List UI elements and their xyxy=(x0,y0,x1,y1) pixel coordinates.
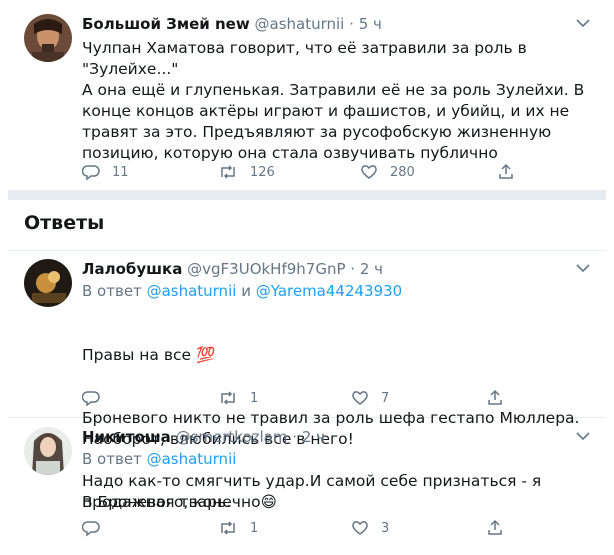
mention-link[interactable]: @Yarema44243930 xyxy=(256,282,403,300)
avatar[interactable] xyxy=(24,427,72,475)
retweet-button[interactable]: 1 xyxy=(218,389,258,407)
reply-tweet[interactable]: Никитоша @smertkozlam · 2 ч В ответ @ash… xyxy=(8,417,606,554)
reply-icon xyxy=(82,165,100,181)
tweet-text-line1: Чулпан Хаматова говорит, что её затравил… xyxy=(82,39,532,78)
timestamp[interactable]: 2 ч xyxy=(360,260,383,278)
retweet-count: 126 xyxy=(250,164,275,180)
reply-button[interactable]: 11 xyxy=(82,163,129,181)
retweet-icon xyxy=(221,165,235,179)
author-handle[interactable]: @smertkozlam xyxy=(176,428,288,446)
section-divider xyxy=(8,190,606,200)
like-button[interactable]: 3 xyxy=(351,519,389,537)
retweet-button[interactable]: 126 xyxy=(218,163,275,181)
reply-context: В ответ @ashaturnii xyxy=(82,449,236,469)
separator-dot: · xyxy=(350,260,356,278)
like-count: 3 xyxy=(381,520,390,536)
reply-text-line1: Правы на все xyxy=(82,346,192,364)
avatar[interactable] xyxy=(24,14,72,62)
author-name[interactable]: Никитоша xyxy=(82,428,171,446)
reply-button[interactable] xyxy=(82,519,112,537)
emoji-100-icon: 💯 xyxy=(195,346,216,364)
share-icon xyxy=(488,519,502,535)
share-icon xyxy=(499,163,513,179)
separator-dot: · xyxy=(349,15,354,33)
reply-icon xyxy=(82,391,100,407)
main-tweet[interactable]: Большой Змей new @ashaturnii · 5 ч Чулпа… xyxy=(8,0,606,191)
share-button[interactable] xyxy=(486,519,504,537)
reply-prefix: В ответ xyxy=(82,282,142,300)
chevron-down-icon[interactable] xyxy=(574,427,592,445)
retweet-count: 1 xyxy=(250,390,259,406)
mention-link[interactable]: @ashaturnii xyxy=(147,450,237,468)
chevron-down-icon[interactable] xyxy=(574,259,592,277)
like-count: 7 xyxy=(381,390,390,406)
retweet-icon xyxy=(221,521,235,535)
retweet-icon xyxy=(221,391,235,405)
heart-icon xyxy=(352,521,368,535)
author-handle[interactable]: @ashaturnii xyxy=(255,15,345,33)
author-name[interactable]: Большой Змей new xyxy=(82,15,250,33)
share-button[interactable] xyxy=(497,163,515,181)
author-name[interactable]: Лалобушка xyxy=(82,260,182,278)
avatar[interactable] xyxy=(24,259,72,307)
like-button[interactable]: 280 xyxy=(360,163,415,181)
heart-icon xyxy=(352,391,368,405)
timestamp[interactable]: 2 ч xyxy=(302,428,325,446)
timestamp[interactable]: 5 ч xyxy=(359,15,382,33)
replies-header: Ответы xyxy=(24,212,105,234)
like-button[interactable]: 7 xyxy=(351,389,389,407)
share-icon xyxy=(488,389,502,405)
separator-dot: · xyxy=(292,428,298,446)
mention-link[interactable]: @ashaturnii xyxy=(147,282,237,300)
reply-tweet[interactable]: Лалобушка @vgF3UOkHf9h7GnP · 2 ч В ответ… xyxy=(8,250,606,511)
retweet-count: 1 xyxy=(250,520,259,536)
reply-icon xyxy=(82,521,100,537)
like-count: 280 xyxy=(390,164,415,180)
author-handle[interactable]: @vgF3UOkHf9h7GnP xyxy=(187,260,345,278)
reply-context: В ответ @ashaturnii и @Yarema44243930 xyxy=(82,281,402,301)
share-button[interactable] xyxy=(486,389,504,407)
retweet-button[interactable]: 1 xyxy=(218,519,258,537)
reply-and: и xyxy=(241,282,251,300)
tweet-text-paragraph: А она ещё и глупенькая. Затравили её не … xyxy=(82,81,590,162)
reply-prefix: В ответ xyxy=(82,450,142,468)
reply-count: 11 xyxy=(112,164,129,180)
reply-button[interactable] xyxy=(82,389,112,407)
heart-icon xyxy=(361,165,377,179)
chevron-down-icon[interactable] xyxy=(574,14,592,32)
reply-text: Надо как-то смягчить удар.И самой себе п… xyxy=(82,472,547,511)
